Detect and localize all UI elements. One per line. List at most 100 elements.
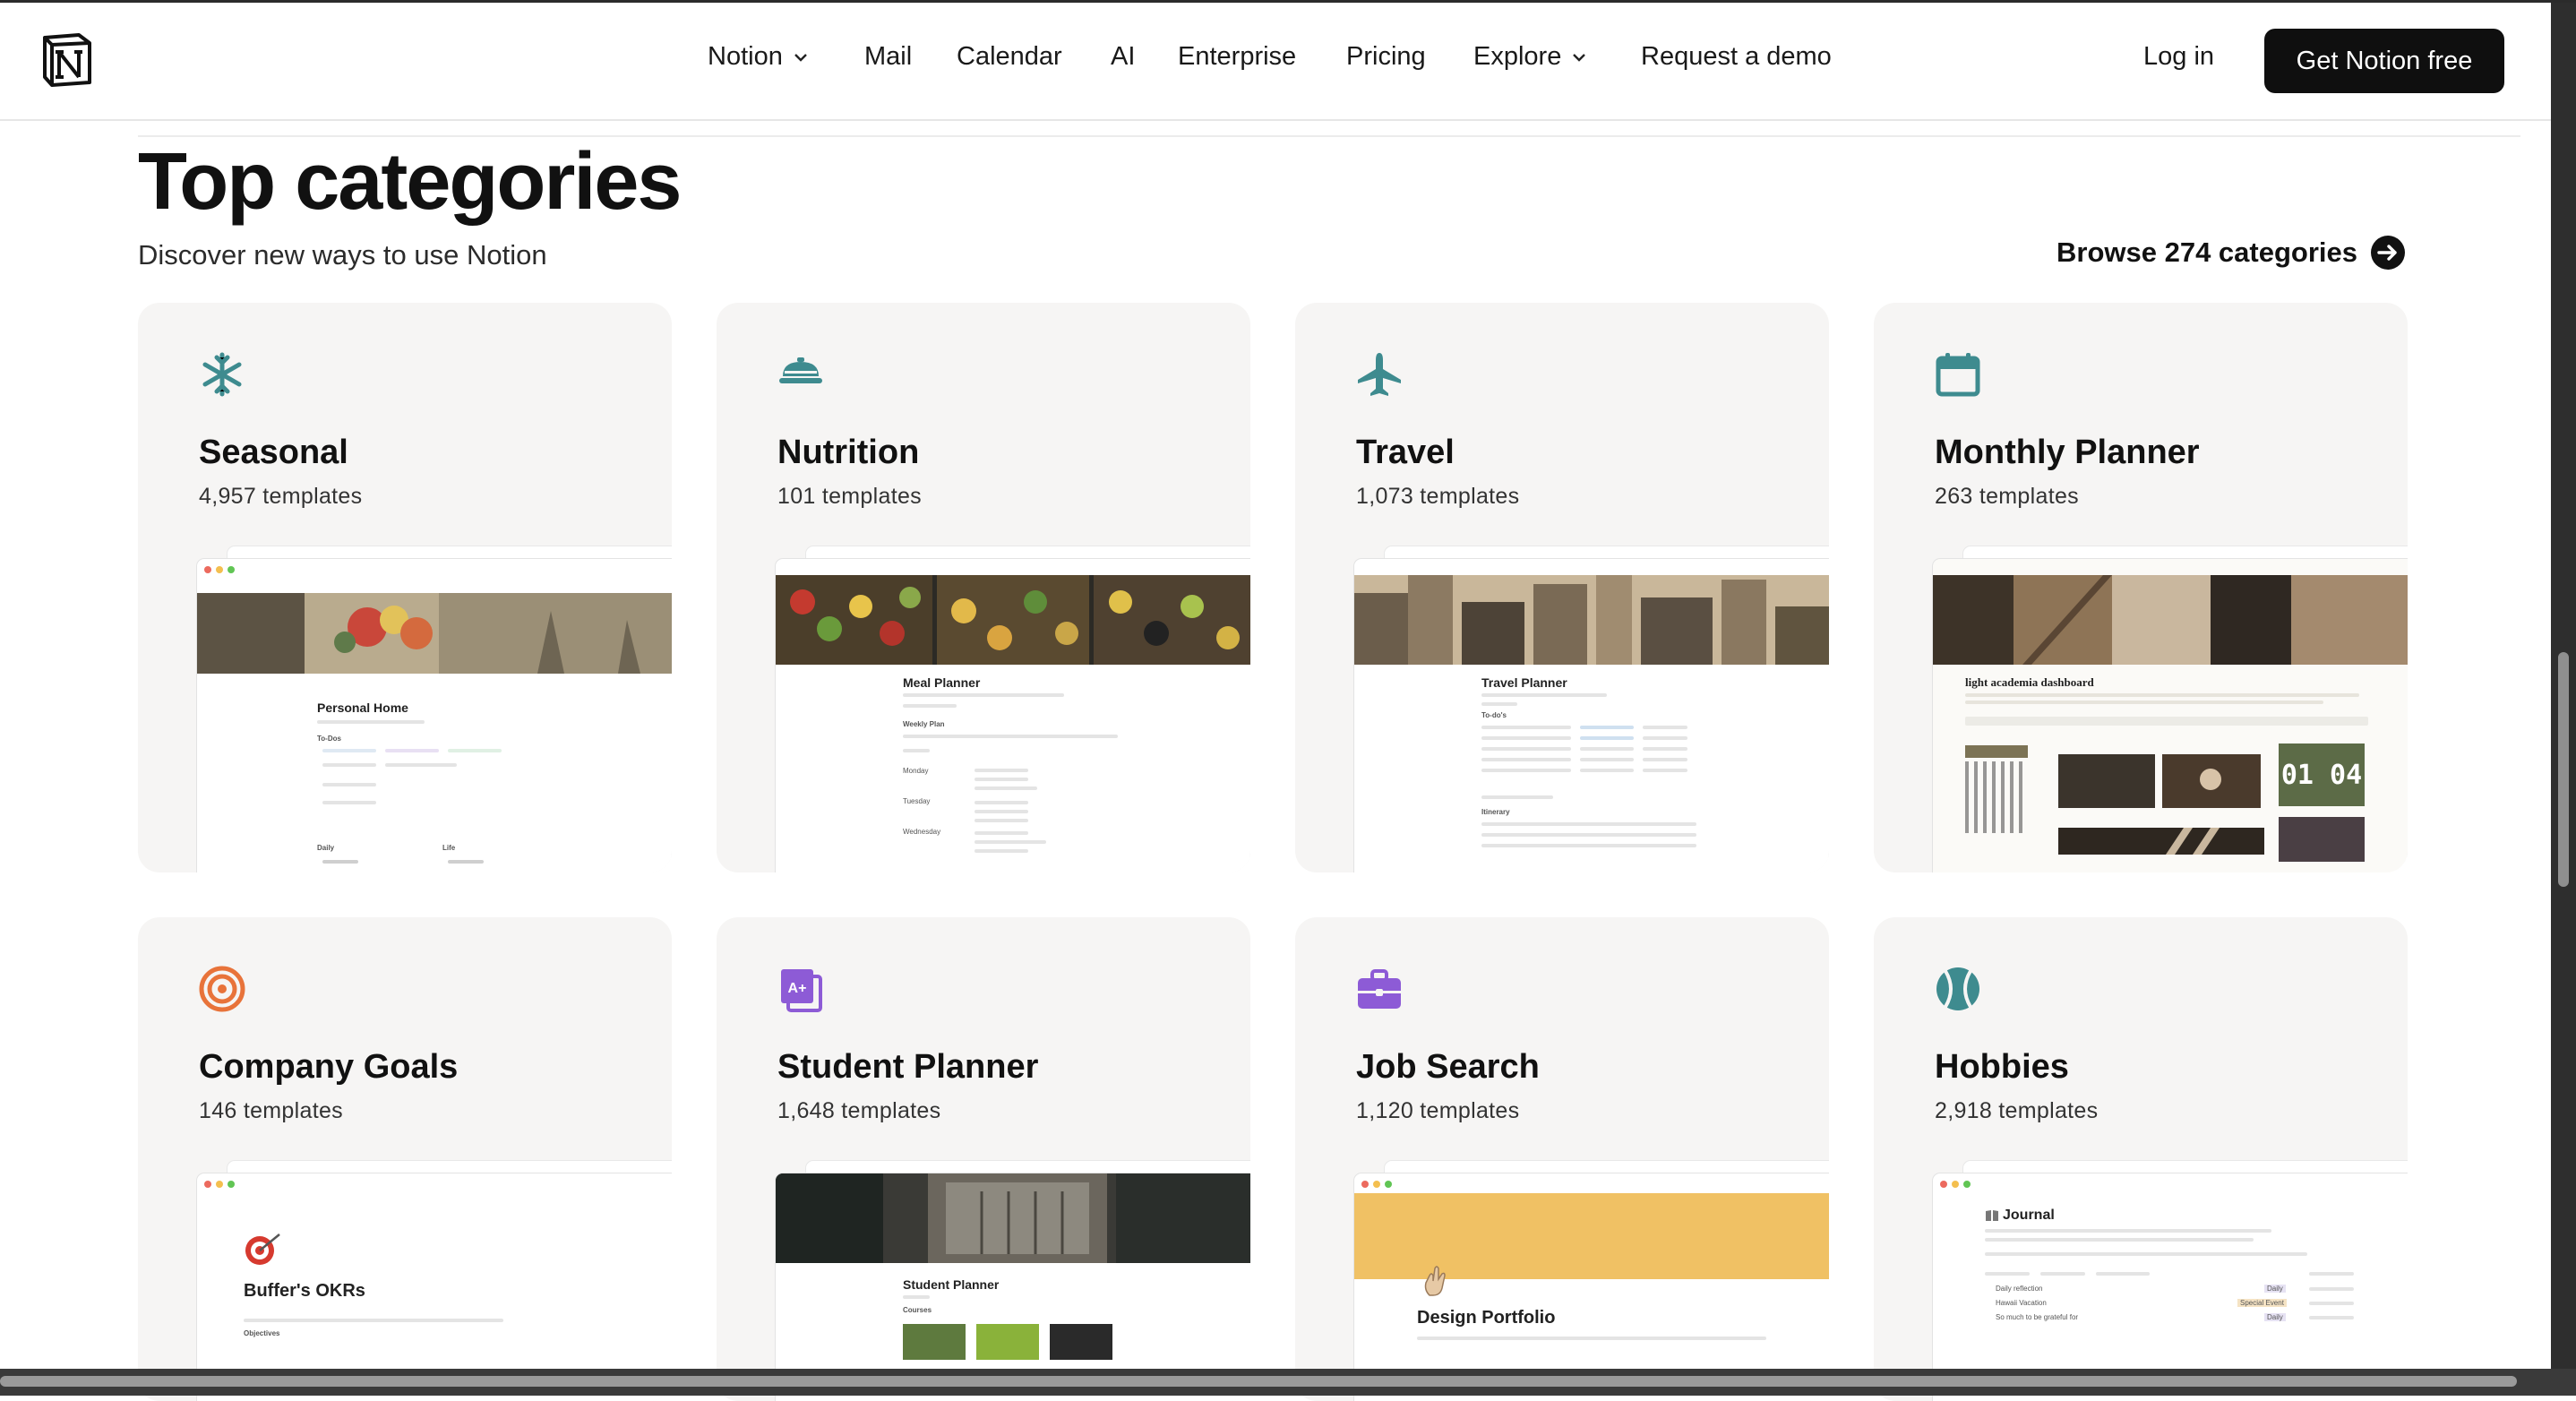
photo-grid xyxy=(2058,754,2261,808)
nav-label: Explore xyxy=(1473,42,1562,71)
category-card-nutrition[interactable]: Nutrition 101 templates Meal Planner Wee… xyxy=(717,303,1250,872)
category-card-seasonal[interactable]: Seasonal 4,957 templates Personal Home T… xyxy=(138,303,672,872)
preview-title: Travel Planner xyxy=(1481,675,1567,690)
template-preview: Meal Planner Weekly Plan Monday Tuesday … xyxy=(776,559,1250,872)
tennis-ball-icon xyxy=(1936,967,1979,1010)
food-cloche-icon xyxy=(779,357,822,383)
journal-entry: So much to be grateful for xyxy=(1996,1313,2079,1321)
browse-categories-link[interactable]: Browse 274 categories xyxy=(2057,235,2406,271)
painting-banner xyxy=(197,593,672,674)
nav-label: Calendar xyxy=(957,42,1062,71)
category-name: Student Planner xyxy=(777,1048,1039,1086)
nav-explore[interactable]: Explore xyxy=(1473,42,1588,72)
notion-logo-icon[interactable] xyxy=(39,32,95,88)
chevron-down-icon xyxy=(1573,53,1586,62)
dart-target-icon xyxy=(245,1233,280,1265)
vegetables-banner xyxy=(776,575,1250,665)
category-name: Company Goals xyxy=(199,1048,459,1086)
page-subtitle: Discover new ways to use Notion xyxy=(138,239,547,271)
category-card-hobbies[interactable]: Hobbies 2,918 templates Journal Daily re… xyxy=(1874,917,2408,1401)
nav-label: Enterprise xyxy=(1178,42,1297,71)
nav-enterprise[interactable]: Enterprise xyxy=(1178,42,1296,72)
chevron-down-icon xyxy=(794,53,807,62)
window-dots xyxy=(204,566,235,573)
template-count: 1,120 templates xyxy=(1356,1098,1520,1123)
login-link[interactable]: Log in xyxy=(2143,42,2214,72)
category-card-job-search[interactable]: Job Search 1,120 templates Design Portfo… xyxy=(1295,917,1829,1401)
clock-widget: 01 04 xyxy=(2279,743,2365,806)
preview-todos: To-do's xyxy=(1481,711,1507,719)
grade-book-icon: A+ xyxy=(781,969,822,1012)
template-preview: Design Portfolio xyxy=(1354,1173,1829,1401)
entry-tag: Special Event xyxy=(2237,1299,2287,1307)
nav-notion[interactable]: Notion xyxy=(708,42,810,72)
preview-courses: Courses xyxy=(903,1306,932,1314)
category-name: Travel xyxy=(1356,434,1455,471)
course-cover xyxy=(1050,1324,1112,1360)
nav-label: Mail xyxy=(864,42,913,71)
airplane-icon xyxy=(1358,353,1401,396)
category-name: Hobbies xyxy=(1935,1048,2069,1086)
preview-itinerary: Itinerary xyxy=(1481,808,1510,816)
template-preview: light academia dashboard 01 04 xyxy=(1933,559,2408,872)
entry-tag: Daily xyxy=(2264,1285,2286,1293)
category-card-monthly-planner[interactable]: Monthly Planner 263 templates light acad… xyxy=(1874,303,2408,872)
category-card-student-planner[interactable]: A+ Student Planner 1,648 templates Stude… xyxy=(717,917,1250,1401)
calendar-icon xyxy=(1936,353,1980,397)
preview-day: Monday xyxy=(903,767,929,775)
template-count: 1,073 templates xyxy=(1356,484,1520,509)
category-name: Nutrition xyxy=(777,434,920,471)
nav-label: Notion xyxy=(708,42,783,71)
mini-calendar xyxy=(1965,761,2028,833)
template-count: 1,648 templates xyxy=(777,1098,941,1123)
template-count: 146 templates xyxy=(199,1098,343,1123)
nav-mail[interactable]: Mail xyxy=(864,42,912,72)
template-count: 2,918 templates xyxy=(1935,1098,2099,1123)
preview-daily: Daily xyxy=(317,844,335,852)
window-dots xyxy=(204,1181,235,1188)
calendar-header xyxy=(1965,745,2028,758)
preview-title: Meal Planner xyxy=(903,675,981,690)
snowflake-icon xyxy=(202,352,242,397)
preview-title: light academia dashboard xyxy=(1965,675,2094,689)
preview-weekly-plan: Weekly Plan xyxy=(903,720,945,728)
nav-label: AI xyxy=(1111,42,1136,71)
preview-day: Tuesday xyxy=(903,797,931,805)
course-cover xyxy=(903,1324,966,1360)
academia-banner xyxy=(1933,575,2408,665)
nav-ai[interactable]: AI xyxy=(1111,42,1135,72)
category-name: Job Search xyxy=(1356,1048,1540,1086)
nav-calendar[interactable]: Calendar xyxy=(957,42,1062,72)
site-header: Notion Mail Calendar AI Enterprise Prici… xyxy=(0,3,2551,121)
preview-title: Student Planner xyxy=(903,1277,1000,1292)
template-preview: Travel Planner To-do's Itinerary xyxy=(1354,559,1829,872)
nav-label: Request a demo xyxy=(1641,42,1832,71)
category-name: Monthly Planner xyxy=(1935,434,2200,471)
nav-pricing[interactable]: Pricing xyxy=(1346,42,1426,72)
get-notion-free-button[interactable]: Get Notion free xyxy=(2264,29,2504,93)
nav-request-demo[interactable]: Request a demo xyxy=(1641,42,1832,72)
vertical-scrollbar-thumb[interactable] xyxy=(2558,652,2569,887)
template-count: 263 templates xyxy=(1935,484,2079,509)
preview-title: Personal Home xyxy=(317,700,408,715)
preview-title: Journal xyxy=(2003,1208,2055,1223)
nav-label: Pricing xyxy=(1346,42,1426,71)
template-preview: Journal Daily reflection Daily Hawaii Va… xyxy=(1933,1173,2408,1401)
browse-label: Browse 274 categories xyxy=(2057,236,2358,268)
music-widget xyxy=(2279,817,2365,862)
journal-entry: Daily reflection xyxy=(1996,1285,2043,1293)
hand-emoji-icon xyxy=(1424,1266,1446,1296)
preview-life: Life xyxy=(442,844,456,852)
category-card-travel[interactable]: Travel 1,073 templates Travel Planner To… xyxy=(1295,303,1829,872)
preview-todos: To-Dos xyxy=(317,735,341,743)
preview-day: Wednesday xyxy=(903,828,941,836)
category-card-company-goals[interactable]: Company Goals 146 templates Buffer's OKR… xyxy=(138,917,672,1401)
horizontal-scrollbar-thumb[interactable] xyxy=(0,1376,2517,1387)
template-count: 101 templates xyxy=(777,484,922,509)
preview-title: Buffer's OKRs xyxy=(244,1281,365,1301)
preview-title: Design Portfolio xyxy=(1417,1308,1556,1328)
book-icon xyxy=(1986,1210,1998,1221)
photo-grid-2 xyxy=(2058,828,2264,855)
library-banner xyxy=(776,1173,1250,1263)
page-title: Top categories xyxy=(138,137,682,227)
